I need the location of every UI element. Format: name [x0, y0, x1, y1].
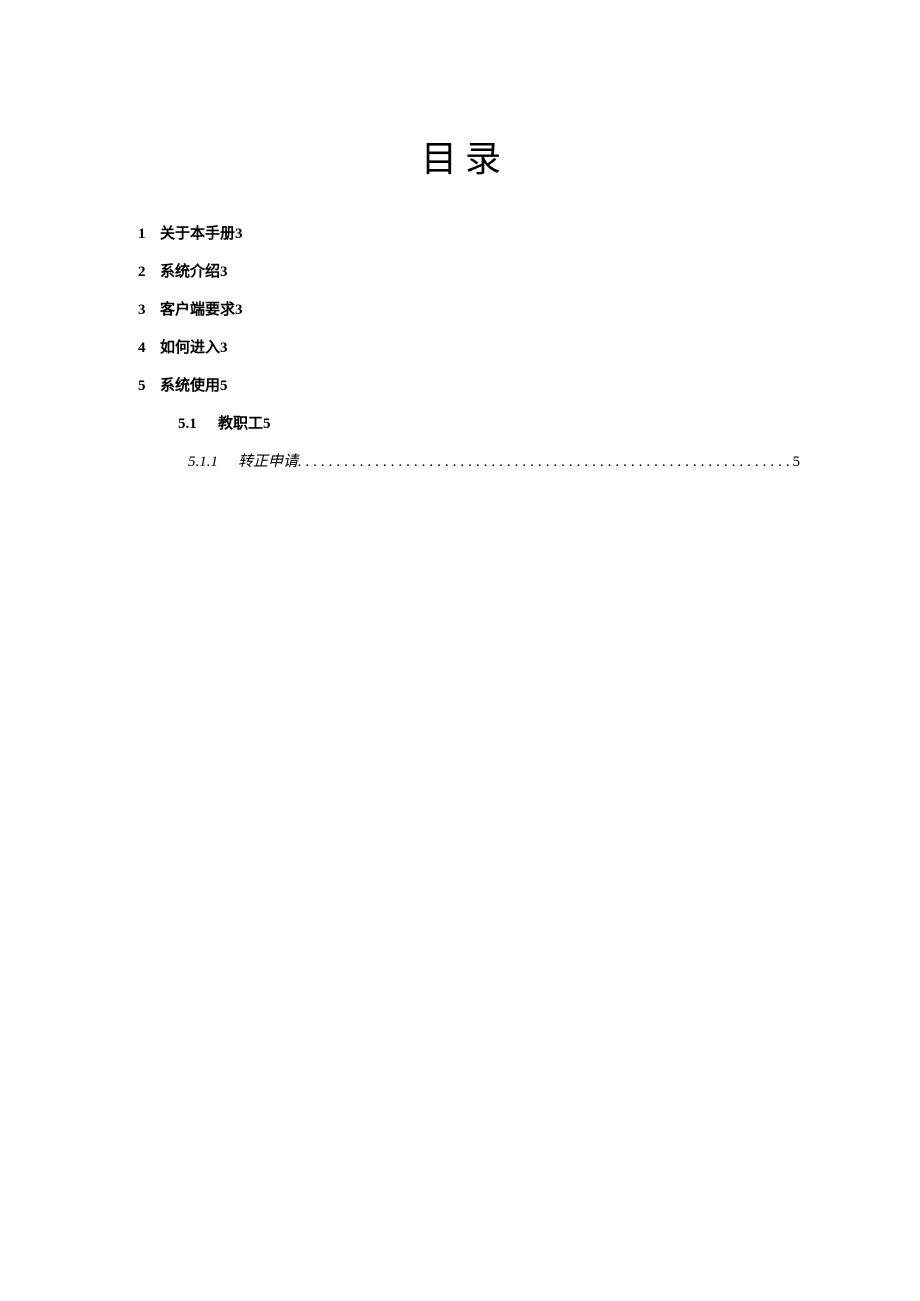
toc-page: 3: [235, 302, 243, 318]
toc-number: 5.1.1: [188, 450, 238, 474]
toc-number: 4: [138, 336, 160, 360]
toc-text-group: 教职工5: [218, 412, 271, 436]
toc-leader-dots: [302, 450, 789, 474]
toc-label: 转正申请.: [238, 450, 302, 474]
toc-text-group: 关于本手册3: [160, 222, 243, 246]
toc-page: 5: [263, 416, 271, 432]
toc-page: 3: [220, 340, 228, 356]
document-page: 目录 1 关于本手册3 2 系统介绍3 3 客户端要求3 4 如何进入3 5 系…: [0, 0, 920, 474]
toc-number: 5.1: [178, 412, 218, 436]
toc-page: 3: [235, 226, 243, 242]
toc-text-group: 系统介绍3: [160, 260, 228, 284]
toc-text-group: 系统使用5: [160, 374, 228, 398]
toc-number: 1: [138, 222, 160, 246]
toc-entry-5-1-1: 5.1.1 转正申请. 5: [130, 450, 800, 474]
toc-entry-2: 2 系统介绍3: [130, 260, 800, 284]
toc-entry-5-1: 5.1 教职工5: [130, 412, 800, 436]
toc-title: 目录: [130, 130, 800, 182]
toc-entry-4: 4 如何进入3: [130, 336, 800, 360]
toc-text-group: 客户端要求3: [160, 298, 243, 322]
toc-label: 系统使用: [160, 378, 220, 394]
toc-entry-1: 1 关于本手册3: [130, 222, 800, 246]
toc-page: 5: [220, 378, 228, 394]
toc-entry-3: 3 客户端要求3: [130, 298, 800, 322]
toc-label: 如何进入: [160, 340, 220, 356]
toc-number: 2: [138, 260, 160, 284]
toc-label: 系统介绍: [160, 264, 220, 280]
toc-label: 教职工: [218, 416, 263, 432]
toc-label: 关于本手册: [160, 226, 235, 242]
toc-number: 3: [138, 298, 160, 322]
toc-page: 3: [220, 264, 228, 280]
toc-number: 5: [138, 374, 160, 398]
toc-text-group: 如何进入3: [160, 336, 228, 360]
toc-page: 5: [789, 450, 801, 474]
toc-label: 客户端要求: [160, 302, 235, 318]
toc-entry-5: 5 系统使用5: [130, 374, 800, 398]
